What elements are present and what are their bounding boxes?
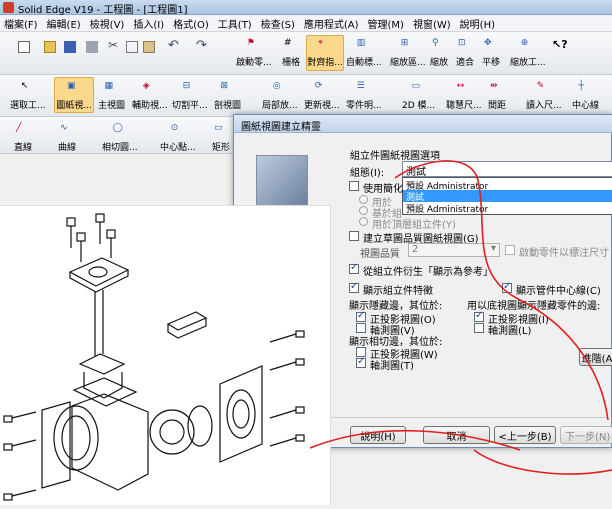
red-freehand-stroke-2 xyxy=(473,449,612,475)
red-annotation-overlay xyxy=(309,160,612,475)
red-freehand-stroke xyxy=(394,160,609,421)
red-underline-stroke xyxy=(309,429,521,451)
